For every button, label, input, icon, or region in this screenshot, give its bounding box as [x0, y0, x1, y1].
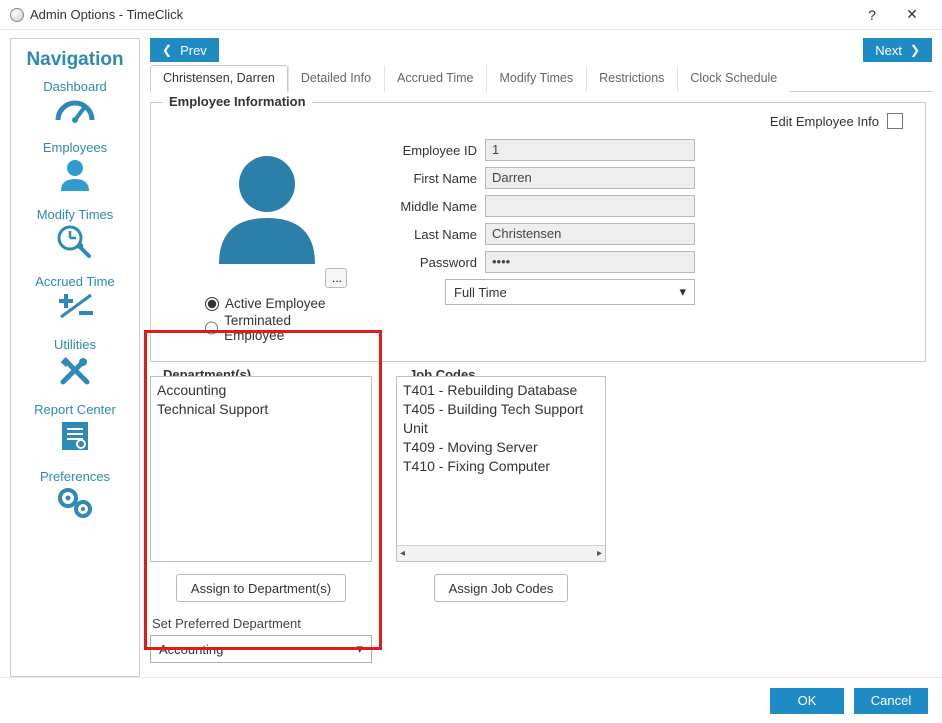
scroll-left-icon[interactable]: ◂ — [400, 544, 405, 562]
help-button[interactable]: ? — [852, 0, 892, 30]
middle-name-field[interactable] — [485, 195, 695, 217]
sidebar-item-label: Employees — [11, 140, 139, 155]
next-label: Next — [875, 43, 902, 58]
assign-jobcodes-button[interactable]: Assign Job Codes — [434, 574, 569, 602]
list-item[interactable]: Accounting — [157, 381, 365, 400]
next-button[interactable]: Next ❯ — [863, 38, 932, 62]
employee-id-label: Employee ID — [367, 143, 477, 158]
prev-label: Prev — [180, 43, 207, 58]
sidebar-item-utilities[interactable]: Utilities — [11, 337, 139, 386]
person-icon — [57, 157, 93, 191]
employee-info-panel: Employee Information ... Active Employee — [150, 102, 926, 362]
chevron-down-icon: ▾ — [679, 284, 686, 300]
list-item[interactable]: T409 - Moving Server — [403, 438, 599, 457]
employee-photo — [197, 119, 337, 264]
radio-active-employee[interactable]: Active Employee — [205, 296, 347, 311]
list-item[interactable]: T405 - Building Tech Support Unit — [403, 400, 599, 438]
employee-id-field[interactable]: 1 — [485, 139, 695, 161]
middle-name-label: Middle Name — [367, 199, 477, 214]
ok-button[interactable]: OK — [770, 688, 844, 714]
last-name-field[interactable]: Christensen — [485, 223, 695, 245]
radio-terminated-label: Terminated Employee — [224, 313, 347, 343]
main-pane: ❮ Prev Next ❯ Christensen, Darren Detail… — [150, 38, 932, 677]
employment-type-dropdown[interactable]: Full Time ▾ — [445, 279, 695, 305]
radio-terminated-employee[interactable]: Terminated Employee — [205, 313, 347, 343]
tab-detailed-info[interactable]: Detailed Info — [288, 65, 384, 92]
sidebar-item-label: Dashboard — [11, 79, 139, 94]
prev-button[interactable]: ❮ Prev — [150, 38, 219, 62]
horizontal-scrollbar[interactable]: ◂ ▸ — [397, 545, 605, 561]
edit-employee-label: Edit Employee Info — [770, 114, 879, 129]
tab-accrued-time[interactable]: Accrued Time — [384, 65, 486, 92]
sidebar-item-label: Modify Times — [11, 207, 139, 222]
employee-info-legend: Employee Information — [163, 94, 312, 109]
tabs: Christensen, Darren Detailed Info Accrue… — [150, 64, 932, 92]
sidebar-item-label: Accrued Time — [11, 274, 139, 289]
preferred-department-dropdown[interactable]: Accounting ▾ — [150, 635, 372, 663]
tab-clock-schedule[interactable]: Clock Schedule — [677, 65, 790, 92]
jobcodes-listbox[interactable]: T401 - Rebuilding Database T405 - Buildi… — [396, 376, 606, 562]
last-name-label: Last Name — [367, 227, 477, 242]
sidebar-item-label: Report Center — [11, 402, 139, 417]
tab-modify-times[interactable]: Modify Times — [486, 65, 586, 92]
radio-terminated-input[interactable] — [205, 321, 218, 335]
close-button[interactable]: ✕ — [892, 0, 932, 30]
preferred-department-label: Set Preferred Department — [152, 616, 372, 631]
sidebar-item-label: Utilities — [11, 337, 139, 352]
sidebar-item-accrued-time[interactable]: Accrued Time — [11, 274, 139, 321]
list-item[interactable]: Technical Support — [157, 400, 365, 419]
tab-employee[interactable]: Christensen, Darren — [150, 65, 288, 92]
departments-group: Department(s) Accounting Technical Suppo… — [150, 376, 372, 663]
sidebar-title: Navigation — [11, 49, 139, 71]
dialog-footer: OK Cancel — [0, 677, 942, 723]
sidebar-item-dashboard[interactable]: Dashboard — [11, 79, 139, 124]
password-field[interactable]: •••• — [485, 251, 695, 273]
chevron-down-icon: ▾ — [356, 641, 363, 657]
first-name-label: First Name — [367, 171, 477, 186]
tab-restrictions[interactable]: Restrictions — [586, 65, 677, 92]
cancel-button[interactable]: Cancel — [854, 688, 928, 714]
tools-icon — [57, 354, 93, 386]
chevron-right-icon: ❯ — [910, 43, 920, 57]
avatar-icon — [207, 144, 327, 264]
sidebar-item-report-center[interactable]: Report Center — [11, 402, 139, 453]
app-icon — [10, 8, 24, 22]
gauge-icon — [54, 96, 96, 124]
assign-department-button[interactable]: Assign to Department(s) — [176, 574, 346, 602]
sidebar-item-preferences[interactable]: Preferences — [11, 469, 139, 520]
jobcodes-group: Job Codes T401 - Rebuilding Database T40… — [396, 376, 606, 663]
employment-type-value: Full Time — [454, 285, 507, 300]
plus-minus-icon — [55, 291, 95, 321]
list-item[interactable]: T401 - Rebuilding Database — [403, 381, 599, 400]
chevron-left-icon: ❮ — [162, 43, 172, 57]
list-item[interactable]: T410 - Fixing Computer — [403, 457, 599, 476]
gears-icon — [55, 486, 95, 520]
sidebar: Navigation Dashboard Employees Modify Ti… — [10, 38, 140, 677]
scroll-right-icon[interactable]: ▸ — [597, 544, 602, 562]
sidebar-item-label: Preferences — [11, 469, 139, 484]
radio-active-input[interactable] — [205, 297, 219, 311]
titlebar: Admin Options - TimeClick ? ✕ — [0, 0, 942, 30]
report-icon — [58, 419, 92, 453]
first-name-field[interactable]: Darren — [485, 167, 695, 189]
departments-listbox[interactable]: Accounting Technical Support — [150, 376, 372, 562]
window-title: Admin Options - TimeClick — [30, 7, 183, 22]
clock-wrench-icon — [55, 224, 95, 258]
sidebar-item-employees[interactable]: Employees — [11, 140, 139, 191]
edit-employee-checkbox[interactable] — [887, 113, 903, 129]
preferred-department-value: Accounting — [159, 642, 223, 657]
radio-active-label: Active Employee — [225, 296, 326, 311]
password-label: Password — [367, 255, 477, 270]
sidebar-item-modify-times[interactable]: Modify Times — [11, 207, 139, 258]
change-photo-button[interactable]: ... — [325, 268, 347, 288]
